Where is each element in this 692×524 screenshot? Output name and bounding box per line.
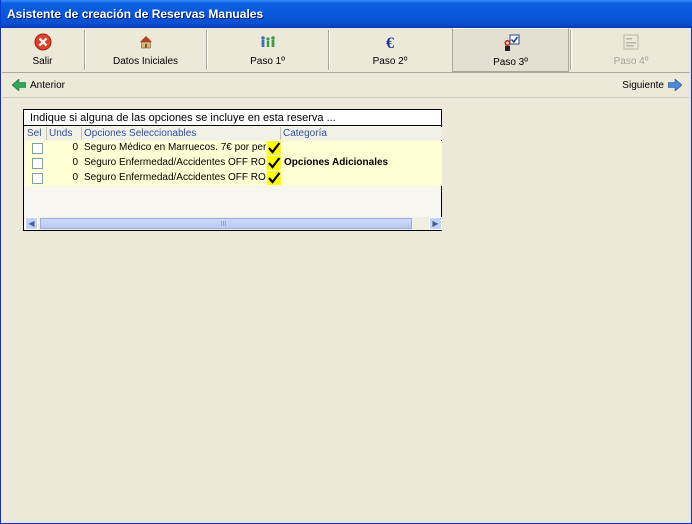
euro-icon: €	[386, 35, 394, 51]
col-options-header: Opciones Seleccionables	[82, 127, 281, 140]
navigation-row: Anterior Siguiente	[2, 73, 690, 98]
category-label: Opciones Adicionales	[284, 157, 389, 168]
check-icon	[267, 171, 281, 185]
next-label: Siguiente	[622, 79, 664, 91]
check-icon	[267, 156, 281, 170]
row-select-checkbox[interactable]	[32, 173, 43, 184]
scroll-right-button[interactable]: ▶	[429, 217, 442, 230]
svg-text:€: €	[386, 35, 394, 51]
scroll-thumb[interactable]	[40, 218, 412, 229]
panel-heading: Indique si alguna de las opciones se inc…	[24, 110, 441, 126]
paso-4-button: Paso 4º	[572, 28, 690, 72]
units-value: 0	[72, 157, 78, 168]
horizontal-scrollbar[interactable]: ◀ ▶	[25, 217, 442, 230]
paso-2-button[interactable]: € Paso 2º	[330, 28, 450, 72]
previous-button[interactable]: Anterior	[12, 79, 65, 91]
row-select-checkbox[interactable]	[32, 158, 43, 169]
table-row: 0 Seguro Médico en Marruecos. 7€ por per…	[25, 141, 442, 156]
summary-icon	[623, 34, 639, 50]
home-icon	[139, 36, 152, 49]
row-select-checkbox[interactable]	[32, 143, 43, 154]
wizard-toolbar: Salir Datos Iniciales Paso 1º € Paso 2º …	[2, 28, 690, 73]
exit-button[interactable]: Salir	[2, 28, 83, 72]
arrow-right-icon	[668, 79, 682, 91]
exit-icon	[34, 33, 51, 51]
window-title: Asistente de creación de Reservas Manual…	[7, 7, 264, 21]
scroll-left-button[interactable]: ◀	[25, 217, 38, 230]
people-icon	[260, 36, 275, 47]
check-icon	[267, 141, 281, 155]
option-name: Seguro Médico en Marruecos. 7€ por perso…	[84, 142, 266, 153]
datos-iniciales-button[interactable]: Datos Iniciales	[86, 28, 205, 72]
options-panel: Indique si alguna de las opciones se inc…	[23, 109, 442, 231]
wizard-window: Asistente de creación de Reservas Manual…	[0, 0, 692, 524]
next-button[interactable]: Siguiente	[622, 79, 682, 91]
option-name: Seguro Enfermedad/Accidentes OFF ROAD	[84, 172, 266, 183]
table-row: 0 Seguro Enfermedad/Accidentes OFF ROAD	[25, 171, 442, 186]
paso-1-button[interactable]: Paso 1º	[208, 28, 327, 72]
col-sel-header: Sel	[25, 127, 47, 140]
units-value: 0	[72, 142, 78, 153]
paso-3-button[interactable]: Paso 3º	[452, 28, 569, 72]
previous-label: Anterior	[30, 79, 66, 91]
col-category-header: Categoría	[281, 127, 442, 140]
option-name: Seguro Enfermedad/Accidentes OFF ROAD	[84, 157, 266, 168]
title-bar: Asistente de creación de Reservas Manual…	[1, 0, 692, 28]
units-value: 0	[72, 172, 78, 183]
col-unds-header: Unds	[47, 127, 82, 140]
arrow-left-icon	[12, 79, 26, 91]
options-check-icon	[504, 34, 519, 51]
